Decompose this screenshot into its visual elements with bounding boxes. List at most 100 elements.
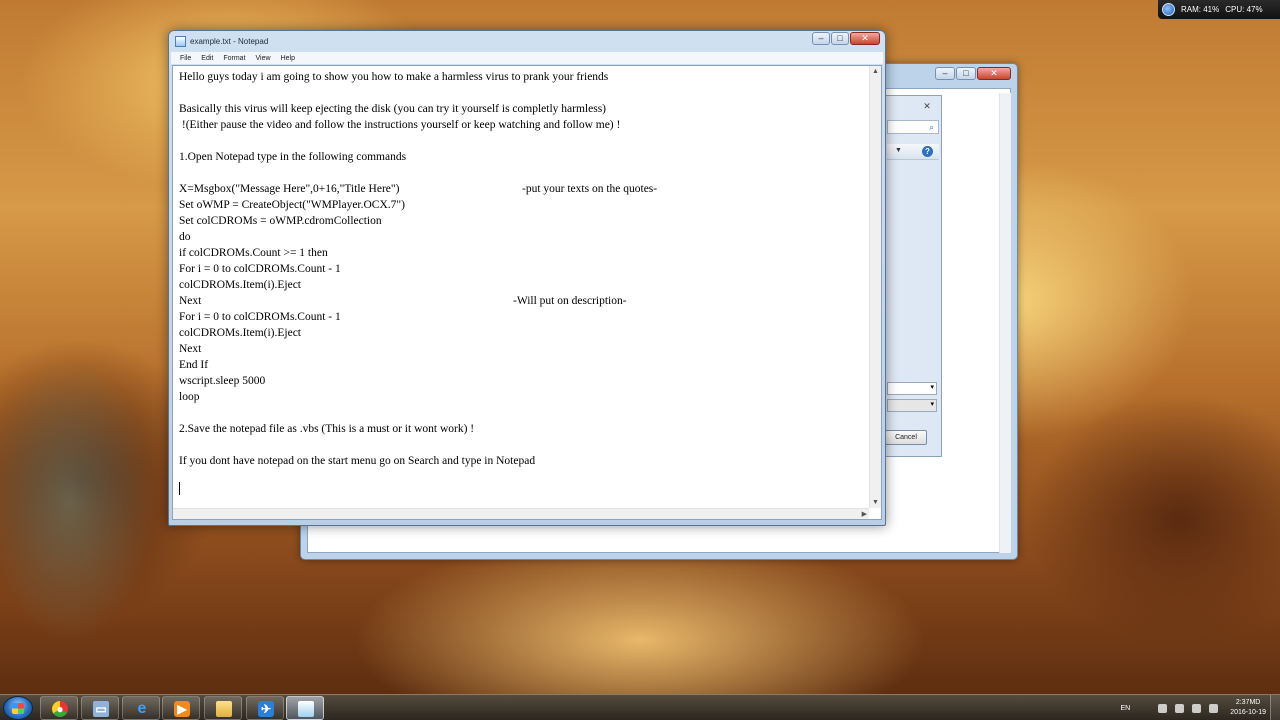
notepad-window[interactable]: example.txt - Notepad – □ ✕ File Edit Fo… [168, 30, 886, 526]
save-dialog-fragment: ✕ ⌕ ▼ ? ▾ ▾ Cancel [884, 95, 942, 457]
network-icon[interactable] [1175, 703, 1185, 713]
text-line-content: !(Either pause the video and follow the … [179, 119, 621, 131]
wallpaper-wave [0, 300, 160, 690]
taskbar-button[interactable]: e [122, 696, 160, 720]
text-line [179, 437, 869, 453]
view-dropdown-icon[interactable]: ▼ [895, 147, 902, 154]
volume-icon[interactable] [1192, 703, 1202, 713]
background-window-scrollbar[interactable] [999, 93, 1011, 553]
minimize-button[interactable]: – [812, 32, 830, 45]
text-line-content: do [179, 231, 191, 243]
scroll-down-icon[interactable]: ▼ [870, 497, 881, 508]
text-line-content: 2.Save the notepad file as .vbs (This is… [179, 423, 475, 435]
text-line-content: For i = 0 to colCDROMs.Count - 1 [179, 263, 341, 275]
internet-explorer-icon: e [137, 700, 147, 717]
dialog-close-icon[interactable]: ✕ [919, 100, 935, 112]
dialog-search-input[interactable]: ⌕ [887, 120, 939, 134]
tray-expand-icon[interactable] [1158, 703, 1168, 713]
text-line: If you dont have notepad on the start me… [179, 453, 869, 469]
plane-app-icon: ✈ [258, 701, 274, 717]
chrome-icon: ● [52, 701, 68, 717]
text-line-content: loop [179, 391, 200, 403]
horizontal-scrollbar[interactable]: ▶ [173, 508, 869, 519]
show-desktop-button[interactable] [1270, 695, 1280, 720]
media-player-icon: ▶ [174, 701, 190, 717]
text-line [179, 165, 869, 181]
menu-help[interactable]: Help [276, 55, 300, 62]
language-indicator[interactable]: EN [1120, 705, 1130, 712]
window-title: example.txt - Notepad [190, 36, 269, 46]
text-line: For i = 0 to colCDROMs.Count - 1 [179, 261, 869, 277]
text-line: Set colCDROMs = oWMP.cdromCollection [179, 213, 869, 229]
system-tray: EN 2:37MD 2016-10-19 [1120, 695, 1266, 720]
menu-format[interactable]: Format [218, 55, 250, 62]
text-line-content: Set oWMP = CreateObject("WMPlayer.OCX.7"… [179, 199, 405, 211]
text-line: Set oWMP = CreateObject("WMPlayer.OCX.7"… [179, 197, 869, 213]
text-line: 1.Open Notepad type in the following com… [179, 149, 869, 165]
help-icon[interactable]: ? [922, 146, 933, 157]
text-line-content: End If [179, 359, 209, 371]
maximize-button[interactable]: □ [831, 32, 849, 45]
windows-logo-icon [12, 703, 24, 714]
clock[interactable]: 2:37MD 2016-10-19 [1230, 698, 1266, 718]
text-line: For i = 0 to colCDROMs.Count - 1 [179, 309, 869, 325]
text-editor-area[interactable]: Hello guys today i am going to show you … [172, 65, 882, 520]
taskbar-button[interactable]: ● [40, 696, 78, 720]
text-line-content: If you dont have notepad on the start me… [179, 455, 536, 467]
text-line-content: Hello guys today i am going to show you … [179, 71, 609, 83]
text-line: colCDROMs.Item(i).Eject [179, 325, 869, 341]
text-line: Basically this virus will keep ejecting … [179, 101, 869, 117]
text-line-content: Next [179, 343, 202, 355]
ram-readout: RAM: 41% [1181, 5, 1220, 14]
menu-edit[interactable]: Edit [196, 55, 218, 62]
taskbar-button[interactable] [204, 696, 242, 720]
menu-file[interactable]: File [175, 55, 196, 62]
cancel-button[interactable]: Cancel [885, 430, 927, 445]
maximize-button[interactable]: □ [956, 67, 976, 80]
notepad-titlebar: example.txt - Notepad [175, 34, 268, 48]
text-line: Next [179, 341, 869, 357]
taskbar-button[interactable]: ✈ [246, 696, 284, 720]
text-line: wscript.sleep 5000 [179, 373, 869, 389]
background-window-caption-buttons: – □ ✕ [935, 67, 1011, 80]
dialog-filetype-dropdown[interactable]: ▾ [887, 399, 937, 412]
close-button[interactable]: ✕ [977, 67, 1011, 80]
cpu-readout: CPU: 47% [1225, 5, 1263, 14]
text-caret [179, 482, 180, 495]
text-line-content: 1.Open Notepad type in the following com… [179, 151, 407, 163]
start-button[interactable] [3, 696, 33, 720]
menu-view[interactable]: View [251, 55, 276, 62]
text-line: do [179, 229, 869, 245]
meter-globe-icon [1162, 3, 1175, 16]
minimize-button[interactable]: – [935, 67, 955, 80]
text-line-content: Set colCDROMs = oWMP.cdromCollection [179, 215, 382, 227]
taskbar-button[interactable]: ▭ [81, 696, 119, 720]
notepad-icon [298, 701, 314, 717]
text-line: 2.Save the notepad file as .vbs (This is… [179, 421, 869, 437]
close-button[interactable]: ✕ [850, 32, 880, 45]
taskbar-button[interactable] [286, 696, 324, 720]
clock-time: 2:37MD [1235, 699, 1261, 706]
dialog-filename-dropdown[interactable]: ▾ [887, 382, 937, 395]
text-line: Hello guys today i am going to show you … [179, 69, 869, 85]
text-line-content: Next [179, 295, 202, 307]
menu-bar: File Edit Format View Help [171, 52, 883, 64]
text-line-content: wscript.sleep 5000 [179, 375, 266, 387]
taskbar-button[interactable]: ▶ [162, 696, 200, 720]
action-center-icon[interactable] [1209, 703, 1219, 713]
text-line [179, 133, 869, 149]
text-line: !(Either pause the video and follow the … [179, 117, 869, 133]
notepad-caption-buttons: – □ ✕ [812, 32, 880, 45]
text-line: Next -Will put on description- [179, 293, 869, 309]
text-line-content: colCDROMs.Item(i).Eject [179, 327, 302, 339]
vertical-scrollbar[interactable]: ▲ ▼ [869, 66, 881, 508]
text-line: if colCDROMs.Count >= 1 then [179, 245, 869, 261]
system-meter-gadget: RAM: 41% CPU: 47% [1158, 0, 1280, 19]
text-line-content: Basically this virus will keep ejecting … [179, 103, 607, 115]
text-line: colCDROMs.Item(i).Eject [179, 277, 869, 293]
text-line: End If [179, 357, 869, 373]
scroll-right-icon[interactable]: ▶ [862, 509, 867, 519]
notepad-app-icon [175, 35, 186, 47]
text-line [179, 405, 869, 421]
scroll-up-icon[interactable]: ▲ [870, 66, 881, 77]
